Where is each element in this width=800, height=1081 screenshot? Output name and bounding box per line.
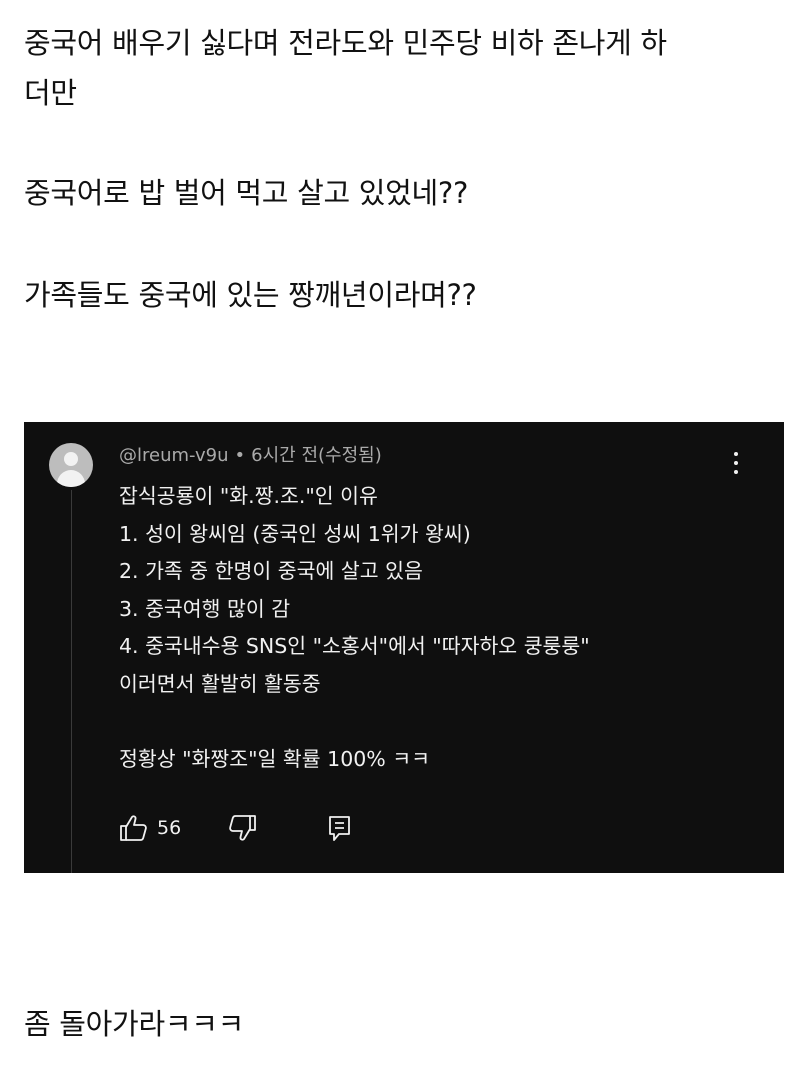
default-avatar-icon[interactable] xyxy=(49,443,93,487)
comment-line: 3. 중국여행 많이 감 xyxy=(119,596,291,621)
comment-line: 정황상 "화짱조"일 확률 100% ㅋㅋ xyxy=(119,746,430,771)
comment-meta: @lreum-v9u • 6시간 전(수정됨) xyxy=(119,442,382,470)
thread-line xyxy=(71,490,72,873)
comment-line: 1. 성이 왕씨임 (중국인 성씨 1위가 왕씨) xyxy=(119,521,471,546)
comment-timestamp[interactable]: 6시간 전(수정됨) xyxy=(251,445,382,466)
comment-line: 이러면서 활발히 활동중 xyxy=(119,671,321,696)
comment-line-blank xyxy=(119,703,590,741)
comment-body: 잡식공룡이 "화.짱.조."인 이유 1. 성이 왕씨임 (중국인 성씨 1위가… xyxy=(119,478,590,778)
reply-comment-icon[interactable] xyxy=(327,814,353,844)
post-text-line-1: 중국어 배우기 싫다며 전라도와 민주당 비하 존나게 하 xyxy=(24,26,667,60)
comment-line: 4. 중국내수용 SNS인 "소홍서"에서 "따자하오 쿵룽룽" xyxy=(119,634,590,658)
comment-author[interactable]: @lreum-v9u xyxy=(119,445,229,466)
post-text-line-2: 더만 xyxy=(24,76,77,110)
post-text-line-4: 가족들도 중국에 있는 짱깨년이라며?? xyxy=(24,278,477,312)
youtube-comment-screenshot: @lreum-v9u • 6시간 전(수정됨) 잡식공룡이 "화.짱.조."인 이유… xyxy=(24,422,784,873)
comment-line: 잡식공룡이 "화.짱.조."인 이유 xyxy=(119,484,378,508)
kebab-menu-icon[interactable] xyxy=(724,448,748,478)
thumbs-up-icon[interactable] xyxy=(119,814,149,842)
like-count: 56 xyxy=(157,817,182,839)
meta-separator: • xyxy=(234,445,246,466)
thumbs-down-icon[interactable] xyxy=(227,814,257,842)
post-text-line-3: 중국어로 밥 벌어 먹고 살고 있었네?? xyxy=(24,176,469,210)
post-closing-text: 좀 돌아가라ㅋㅋㅋ xyxy=(24,1007,244,1041)
comment-actions: 56 xyxy=(119,812,419,844)
comment-line: 2. 가족 중 한명이 중국에 살고 있음 xyxy=(119,559,423,583)
